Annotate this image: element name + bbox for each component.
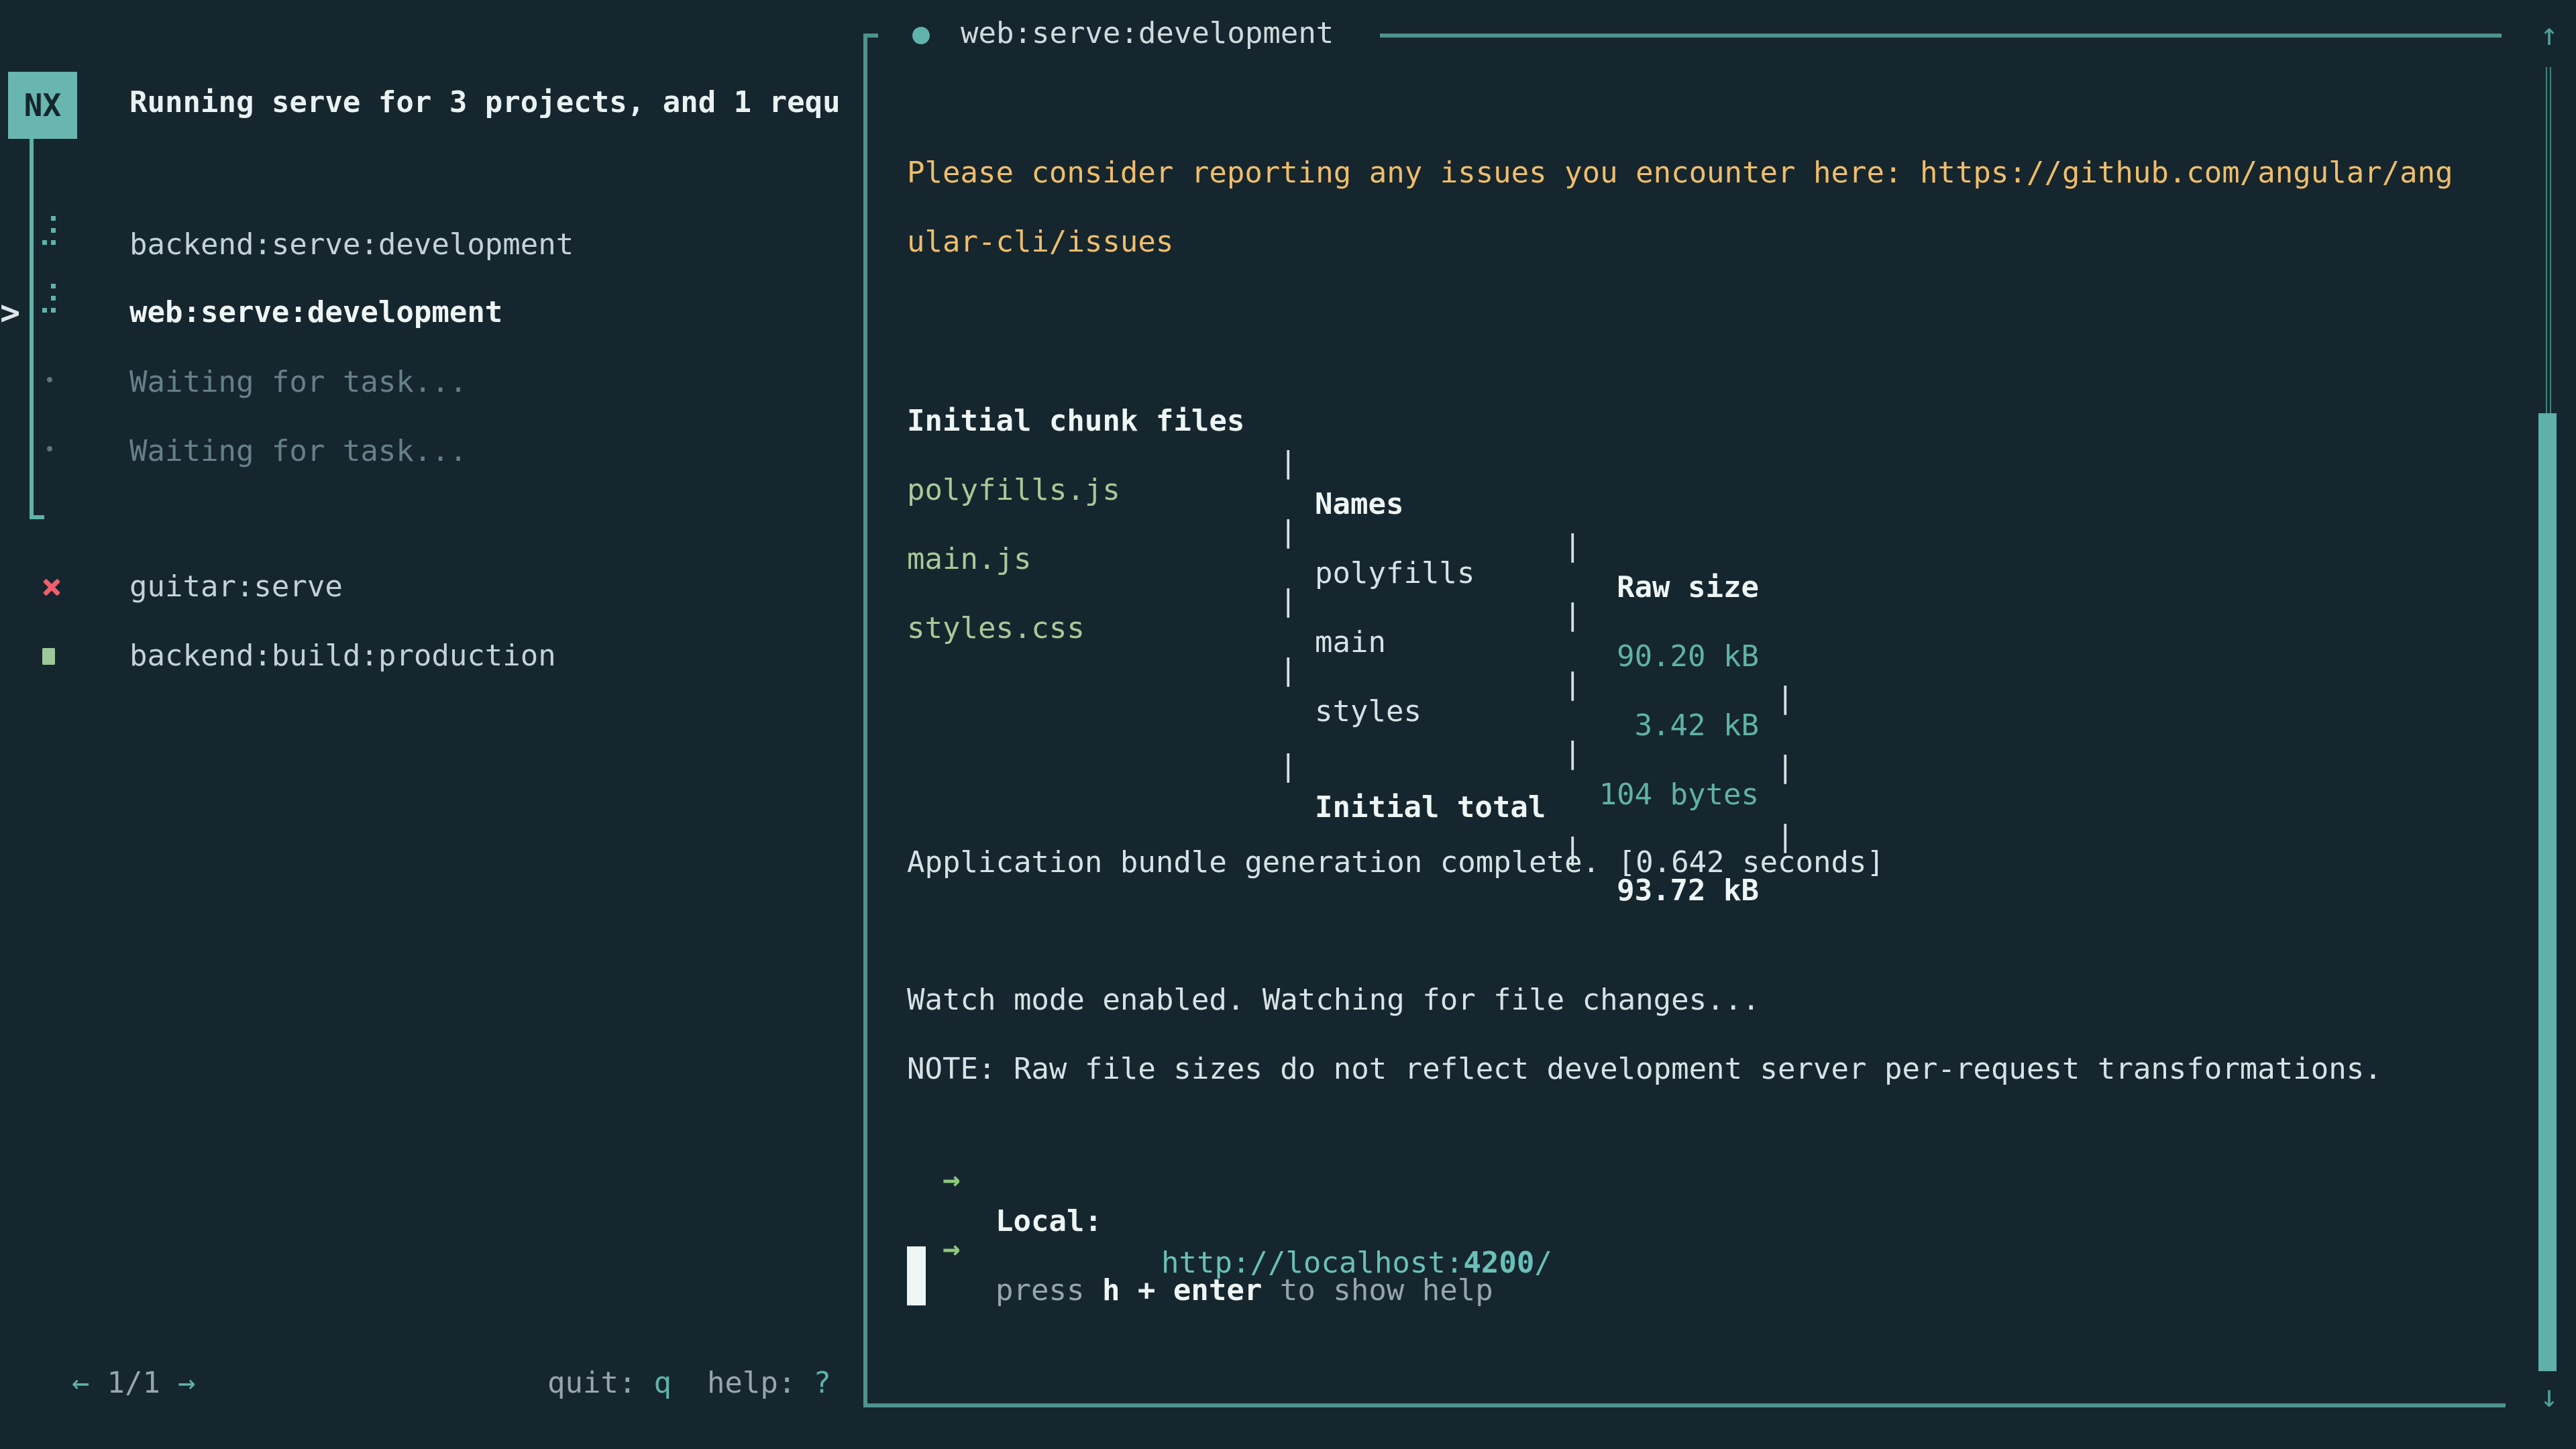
chunk-total-row: | Initial total | 93.72 kB: [907, 704, 1014, 745]
nx-logo-badge: NX: [8, 72, 77, 139]
help-hint-label: help:: [707, 1366, 796, 1400]
help-key: ?: [813, 1366, 831, 1400]
note-line: NOTE: Raw file sizes do not reflect deve…: [907, 1049, 2382, 1090]
press-keys: h + enter: [1102, 1273, 1262, 1307]
task-label[interactable]: Waiting for task...: [129, 362, 467, 403]
panel-border-bottom: [863, 1403, 2506, 1407]
chunk-name: main: [1315, 622, 1386, 663]
press-help-text: press h + enter to show help: [996, 1270, 1493, 1311]
url-suffix[interactable]: /: [1534, 1246, 1552, 1280]
pagination: ←1/1→: [36, 1321, 213, 1362]
local-url-line: → Local: http://localhost:4200/: [907, 1118, 978, 1159]
task-label[interactable]: guitar:serve: [129, 566, 343, 608]
failed-x-icon: [42, 577, 62, 597]
pipe: |: [1776, 747, 1794, 788]
page-next-button[interactable]: →: [178, 1366, 196, 1400]
pipe: |: [1279, 511, 1297, 553]
chunk-row-main: main.js | main | 3.42 kB |: [907, 497, 1014, 539]
col-names-header: Names: [1315, 484, 1403, 525]
pipe: |: [1776, 678, 1794, 719]
chunk-name: styles: [1315, 691, 1421, 733]
panel-border-top-stub: [863, 34, 878, 38]
pending-dot-icon: [47, 446, 52, 451]
keyboard-hints: quit:qhelp:?: [512, 1321, 831, 1362]
col-rawsize-header: Raw size: [1585, 567, 1759, 608]
chunk-row-polyfills: polyfills.js | polyfills | 90.20 kB |: [907, 428, 1014, 470]
terminal-cursor: [907, 1246, 926, 1305]
arrow-right-icon: →: [943, 1228, 961, 1270]
nx-terminal-ui: { "app": { "brand": "NX", "header": "Run…: [0, 0, 2576, 1449]
chunk-size: 3.42 kB: [1585, 705, 1759, 747]
success-square-icon: [42, 648, 55, 665]
task-tree-line: [30, 139, 44, 519]
task-label[interactable]: backend:serve:development: [129, 224, 574, 266]
chunk-row-styles: styles.css | styles | 104 bytes |: [907, 566, 1014, 608]
spinner-icon: [42, 216, 57, 246]
chunk-name: polyfills: [1315, 553, 1474, 594]
chunk-size: 104 bytes: [1585, 774, 1759, 816]
issues-notice-line2: ular-cli/issues: [907, 221, 1173, 263]
press-prefix: press: [996, 1273, 1102, 1307]
panel-border-left: [863, 34, 867, 1407]
app-header-title: Running serve for 3 projects, and 1 requ: [129, 82, 858, 123]
chunk-table-header: Initial chunk files | Names | Raw size: [907, 359, 1014, 400]
panel-title: web:serve:development: [961, 13, 1334, 54]
chunk-size: 90.20 kB: [1585, 636, 1759, 678]
chunk-file: styles.css: [907, 608, 1085, 649]
scroll-down-icon[interactable]: ↓: [2529, 1378, 2569, 1414]
press-suffix: to show help: [1262, 1273, 1493, 1307]
selected-task-chevron-icon: >: [0, 292, 20, 333]
pipe: |: [1279, 649, 1297, 691]
issues-notice-line1: Please consider reporting any issues you…: [907, 152, 2453, 194]
pipe: |: [1279, 745, 1297, 787]
running-bullet-icon: [912, 27, 930, 44]
local-label: Local:: [996, 1201, 1102, 1242]
scrollbar-thumb[interactable]: [2538, 413, 2557, 1371]
help-hint-line: → press h + enter to show help: [907, 1187, 978, 1228]
pending-dot-icon: [47, 377, 52, 382]
quit-key: q: [653, 1366, 672, 1400]
scrollbar-track[interactable]: [2546, 67, 2551, 413]
pipe: |: [1564, 525, 1582, 567]
scroll-up-icon[interactable]: ↑: [2529, 16, 2569, 52]
task-label-selected[interactable]: web:serve:development: [129, 292, 502, 333]
pipe: |: [1564, 663, 1582, 705]
task-label[interactable]: backend:build:production: [129, 635, 556, 677]
watch-mode-line: Watch mode enabled. Watching for file ch…: [907, 979, 1760, 1021]
task-label[interactable]: Waiting for task...: [129, 431, 467, 472]
pipe: |: [1279, 580, 1297, 622]
pipe: |: [1279, 442, 1297, 484]
bundle-complete-line: Application bundle generation complete. …: [907, 842, 1884, 883]
page-prev-button[interactable]: ←: [72, 1366, 90, 1400]
panel-border-top: [1380, 34, 2502, 38]
quit-hint-label: quit:: [547, 1366, 636, 1400]
spinner-icon: [42, 284, 57, 313]
pipe: |: [1564, 594, 1582, 636]
pipe: |: [1564, 733, 1582, 774]
total-label: Initial total: [1315, 787, 1546, 828]
page-indicator: 1/1: [107, 1366, 160, 1400]
